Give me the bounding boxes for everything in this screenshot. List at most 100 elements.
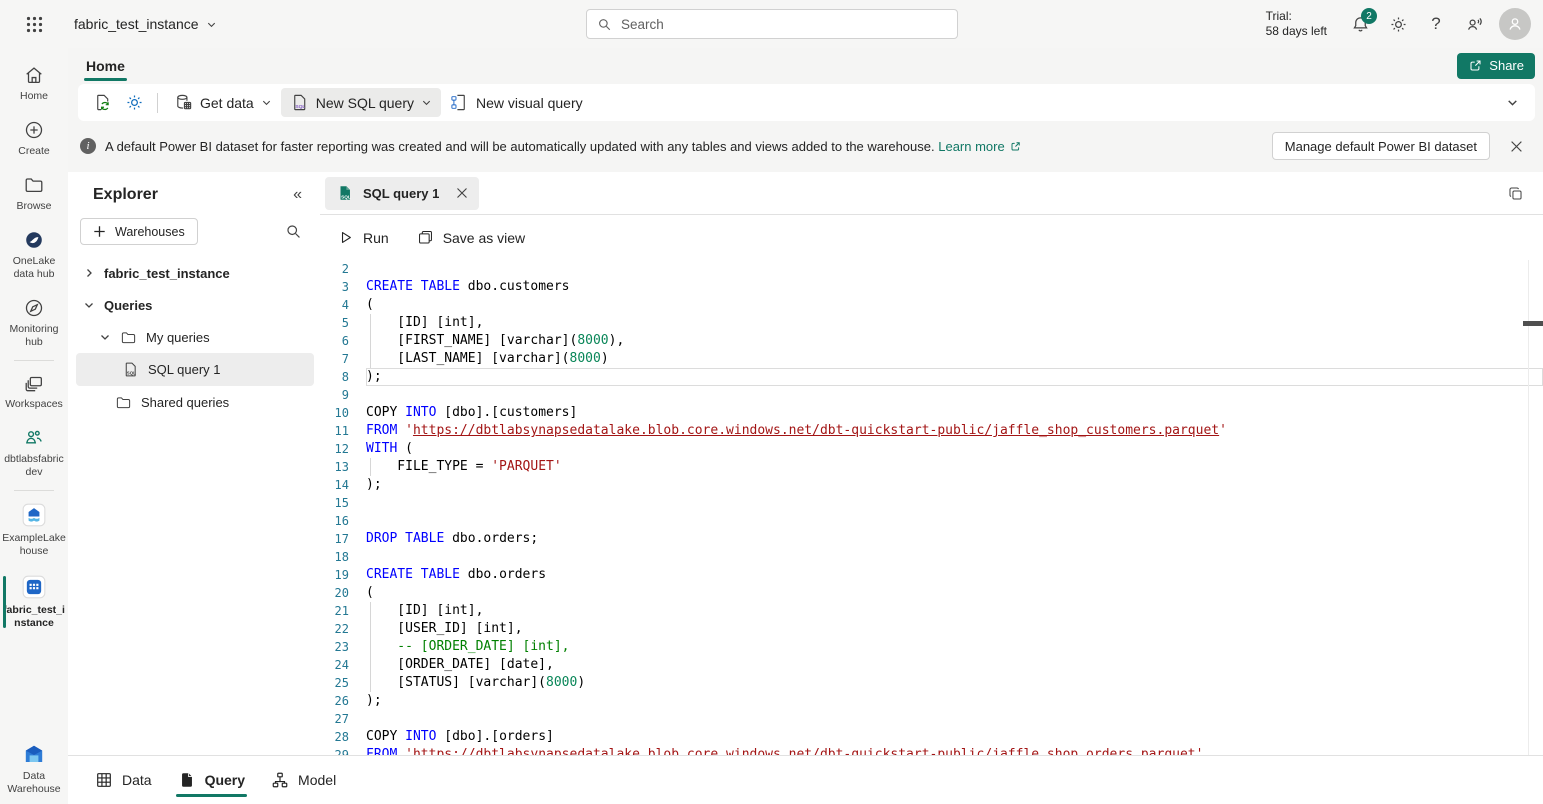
line-number: 18 [320, 548, 366, 566]
run-button[interactable]: Run [337, 229, 389, 246]
code-line[interactable]: 15 [320, 494, 1543, 512]
code-text: ( [366, 584, 1543, 602]
code-line[interactable]: 5 [ID] [int], [320, 314, 1543, 332]
tab-data[interactable]: Data [90, 756, 157, 804]
tab-sql-query-1[interactable]: SQL SQL query 1 [325, 177, 479, 210]
code-line[interactable]: 8); [320, 368, 1543, 386]
banner-close-button[interactable] [1499, 131, 1533, 161]
code-line[interactable]: 21 [ID] [int], [320, 602, 1543, 620]
browse-icon [23, 174, 45, 196]
query-settings-button[interactable] [118, 88, 150, 117]
code-line[interactable]: 10COPY INTO [dbo].[customers] [320, 404, 1543, 422]
query-editor: SQL SQL query 1 Run [320, 172, 1543, 755]
code-token: FROM [366, 423, 397, 438]
code-line[interactable]: 27 [320, 710, 1543, 728]
sidebar-item-browse[interactable]: Browse [0, 166, 68, 221]
manage-default-dataset-button[interactable]: Manage default Power BI dataset [1272, 132, 1490, 160]
save-as-view-button[interactable]: Save as view [417, 229, 525, 246]
code-line[interactable]: 9 [320, 386, 1543, 404]
code-line[interactable]: 7 [LAST_NAME] [varchar](8000) [320, 350, 1543, 368]
line-number: 6 [320, 332, 366, 350]
app-launcher-button[interactable] [0, 0, 68, 48]
code-line[interactable]: 3CREATE TABLE dbo.customers [320, 278, 1543, 296]
editor-scrollbar[interactable] [1528, 260, 1529, 755]
tab-close-button[interactable] [456, 187, 468, 199]
sidebar-item-onelake-data-hub[interactable]: OneLake data hub [0, 221, 68, 289]
code-text: FROM 'https://dbtlabsynapsedatalake.blob… [366, 422, 1543, 440]
learn-more-link[interactable]: Learn more [938, 139, 1021, 154]
collapse-explorer-icon[interactable]: « [293, 186, 302, 204]
code-line[interactable]: 11FROM 'https://dbtlabsynapsedatalake.bl… [320, 422, 1543, 440]
code-token: ' [405, 423, 413, 438]
code-token: 8000 [577, 333, 608, 348]
tab-home[interactable]: Home [83, 51, 128, 81]
add-warehouses-button[interactable]: Warehouses [80, 218, 198, 245]
code-text: CREATE TABLE dbo.orders [366, 566, 1543, 584]
code-line[interactable]: 24 [ORDER_DATE] [date], [320, 656, 1543, 674]
code-line[interactable]: 16 [320, 512, 1543, 530]
code-token: INTO [405, 405, 436, 420]
line-number: 7 [320, 350, 366, 368]
code-text: [FIRST_NAME] [varchar](8000), [366, 332, 1543, 350]
code-line[interactable]: 23 -- [ORDER_DATE] [int], [320, 638, 1543, 656]
sidebar-item-create[interactable]: Create [0, 111, 68, 166]
code-line[interactable]: 14); [320, 476, 1543, 494]
code-line[interactable]: 2 [320, 260, 1543, 278]
explorer-title: Explorer [93, 186, 158, 204]
code-token: FROM [366, 747, 397, 755]
sidebar-item-examplelakehouse[interactable]: ExampleLakehouse [0, 494, 68, 566]
new-visual-query-button[interactable]: New visual query [441, 88, 592, 117]
code-token: ); [366, 369, 382, 384]
refresh-semantic-model-button[interactable] [86, 88, 118, 117]
sidebar-item-data-warehouse[interactable]: Data Warehouse [0, 734, 68, 804]
new-sql-query-button[interactable]: SQL New SQL query [281, 88, 441, 117]
copy-button[interactable] [1499, 178, 1531, 208]
code-line[interactable]: 25 [STATUS] [varchar](8000) [320, 674, 1543, 692]
code-token: ) [601, 351, 609, 366]
feedback-button[interactable] [1455, 5, 1493, 43]
code-line[interactable]: 29FROM 'https://dbtlabsynapsedatalake.bl… [320, 746, 1543, 755]
code-area[interactable]: 23CREATE TABLE dbo.customers4(5 [ID] [in… [320, 260, 1543, 755]
code-line[interactable]: 28COPY INTO [dbo].[orders] [320, 728, 1543, 746]
tree-item-shared-queries[interactable]: Shared queries [68, 386, 320, 418]
tree-item-sql-query-1[interactable]: SQL SQL query 1 [76, 353, 314, 386]
sidebar-item-workspaces[interactable]: Workspaces [0, 364, 68, 419]
sidebar-item-fabric-test-instance[interactable]: fabric_test_instance [0, 566, 68, 638]
line-number: 5 [320, 314, 366, 332]
code-token: [USER_ID] [int], [366, 621, 523, 636]
code-line[interactable]: 4( [320, 296, 1543, 314]
tree-item-my-queries[interactable]: My queries [68, 321, 320, 353]
code-line[interactable]: 26); [320, 692, 1543, 710]
tab-query[interactable]: Query [173, 756, 250, 804]
settings-button[interactable] [1379, 5, 1417, 43]
tree-item-queries[interactable]: Queries [68, 289, 320, 321]
sidebar-item-monitoring-hub[interactable]: Monitoring hub [0, 289, 68, 357]
code-text [366, 710, 1543, 728]
code-line[interactable]: 18 [320, 548, 1543, 566]
share-button[interactable]: Share [1457, 53, 1535, 79]
code-line[interactable]: 22 [USER_ID] [int], [320, 620, 1543, 638]
code-line[interactable]: 13 FILE_TYPE = 'PARQUET' [320, 458, 1543, 476]
tab-model[interactable]: Model [266, 756, 341, 804]
search-icon [285, 223, 302, 240]
code-line[interactable]: 12WITH ( [320, 440, 1543, 458]
workspace-title-menu[interactable]: fabric_test_instance [74, 16, 217, 32]
code-line[interactable]: 20( [320, 584, 1543, 602]
tree-item-warehouse[interactable]: fabric_test_instance [68, 257, 320, 289]
code-token: ' [1219, 423, 1227, 438]
code-token: ' [405, 747, 413, 755]
toolbar-collapse-button[interactable] [1497, 96, 1527, 109]
search-input[interactable]: Search [586, 9, 958, 39]
help-button[interactable]: ? [1417, 5, 1455, 43]
code-line[interactable]: 6 [FIRST_NAME] [varchar](8000), [320, 332, 1543, 350]
sidebar-item-home[interactable]: Home [0, 56, 68, 111]
get-data-button[interactable]: Get data [165, 88, 281, 117]
code-line[interactable]: 17DROP TABLE dbo.orders; [320, 530, 1543, 548]
sidebar-item-dbtlabsfabricdev[interactable]: dbtlabsfabricdev [0, 419, 68, 487]
code-line[interactable]: 19CREATE TABLE dbo.orders [320, 566, 1543, 584]
rail-divider [14, 490, 54, 491]
scrollbar-thumb[interactable] [1523, 321, 1543, 326]
notifications-button[interactable]: 2 [1341, 5, 1379, 43]
user-avatar[interactable] [1499, 8, 1531, 40]
explorer-search-button[interactable] [285, 223, 302, 240]
